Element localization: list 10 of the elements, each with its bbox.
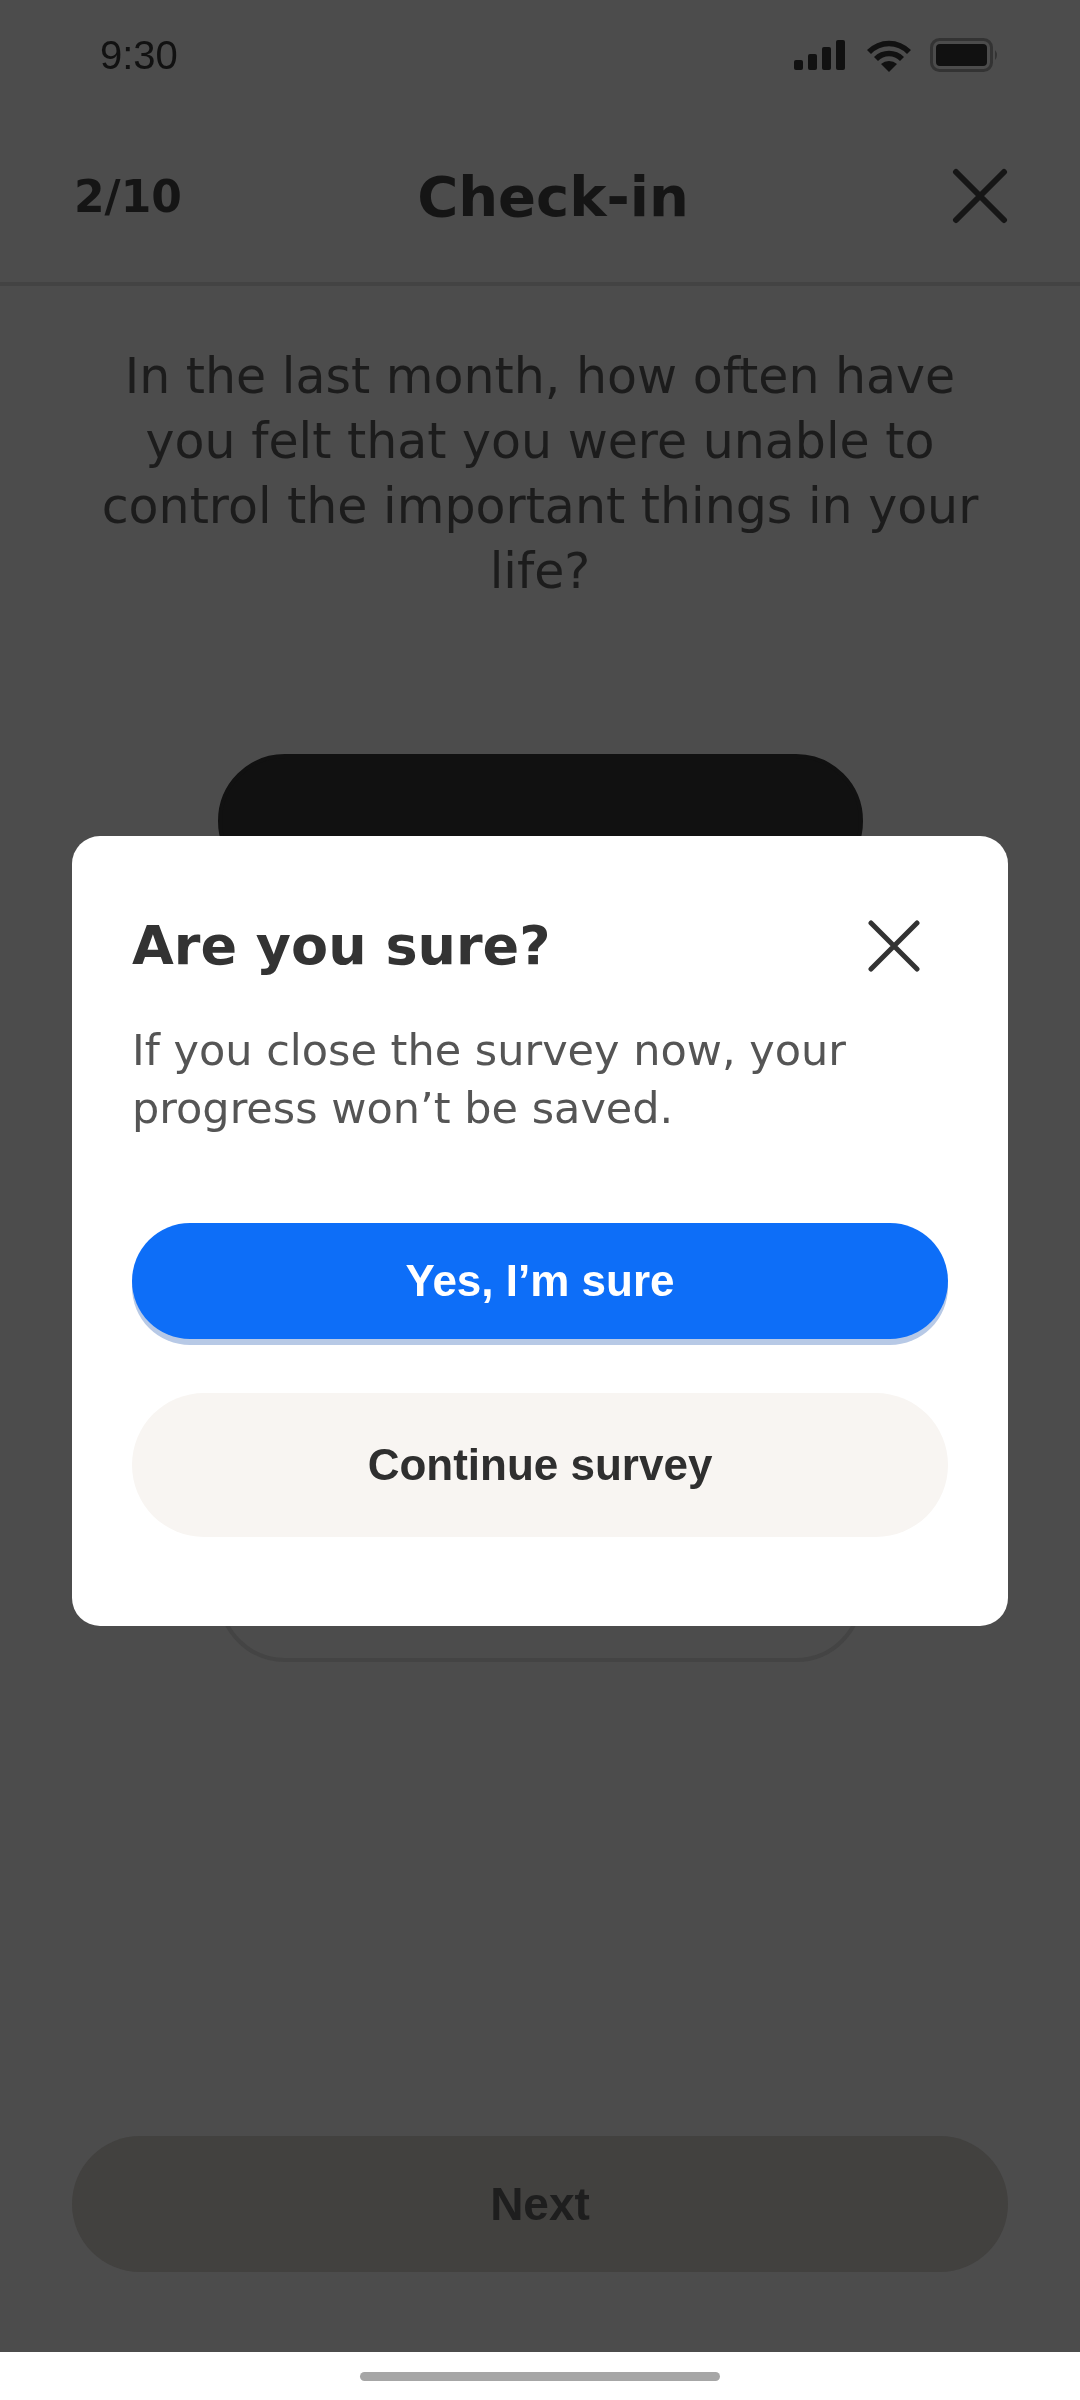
dialog-message: If you close the survey now, your progress won’t be saved. <box>132 1024 847 1135</box>
progress-counter: 2/10 <box>74 170 183 222</box>
battery-icon <box>930 38 1000 72</box>
wifi-icon <box>866 38 912 72</box>
screen-title: Check-in <box>417 163 689 229</box>
status-time: 9:30 <box>100 32 178 78</box>
continue-button[interactable]: Continue survey <box>132 1393 948 1537</box>
signal-icon <box>794 40 848 70</box>
dialog-title: Are you sure? <box>132 914 551 977</box>
close-icon[interactable] <box>868 919 920 972</box>
